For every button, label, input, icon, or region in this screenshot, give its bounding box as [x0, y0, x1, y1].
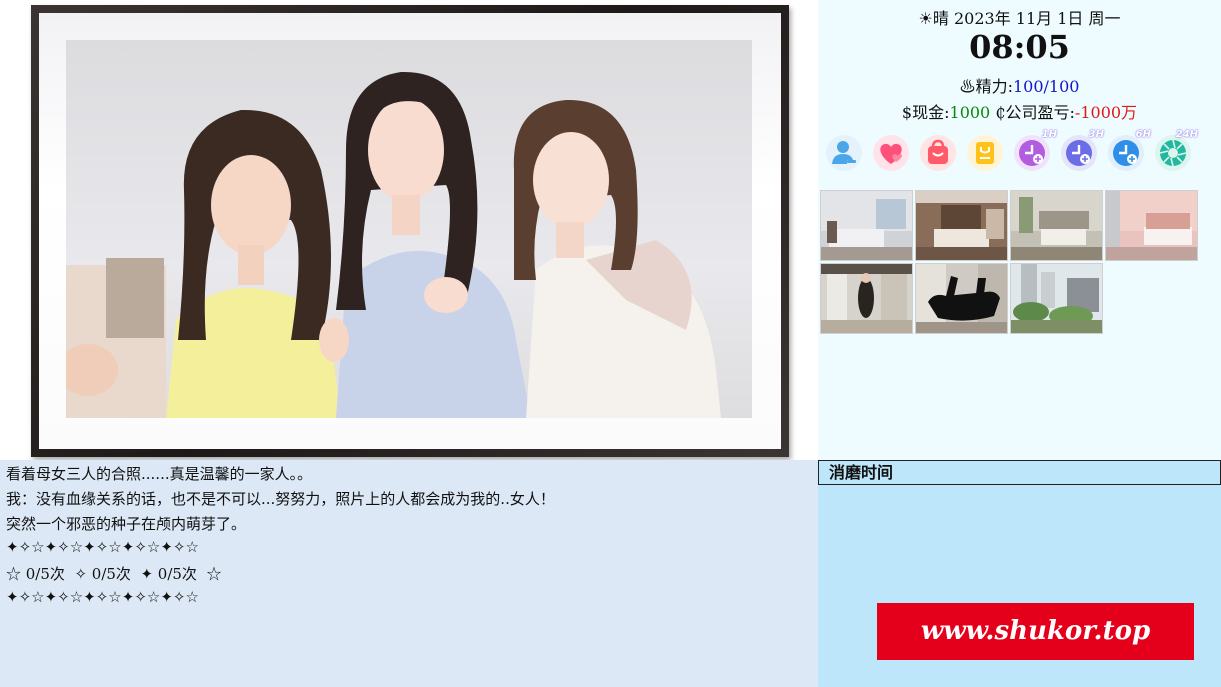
- bedroom-2-thumbnail: [916, 191, 1007, 260]
- tag-3h: 3H: [1088, 129, 1104, 140]
- site-watermark[interactable]: www.shukor.top: [877, 603, 1194, 660]
- wait-3h-button[interactable]: 3H: [1060, 129, 1104, 172]
- picture-mat: [39, 13, 781, 449]
- location-courtyard[interactable]: [1010, 263, 1103, 334]
- favor-button[interactable]: [872, 134, 910, 172]
- sun-icon: ☀: [918, 9, 933, 28]
- hot-spring-icon: ♨: [959, 77, 976, 96]
- courtyard-thumbnail: [1011, 264, 1102, 333]
- location-grid: [820, 190, 1210, 336]
- company-value: -1000万: [1074, 103, 1138, 122]
- energy-value: 100/100: [1012, 77, 1080, 96]
- bathroom-thumbnail: [916, 264, 1007, 333]
- dialogue-line: 突然一个邪恶的种子在颅内萌芽了。: [6, 515, 247, 533]
- picture-frame: [31, 5, 789, 457]
- tag-6h: 6H: [1135, 129, 1151, 140]
- time-panel: 消磨时间 www.shukor.top: [818, 460, 1221, 687]
- counter-line: ☆ 0/5次 ✧ 0/5次 ✦ 0/5次 ☆: [6, 565, 222, 583]
- tag-24h: 24H: [1175, 129, 1198, 140]
- user-button[interactable]: [825, 134, 863, 172]
- bedroom-4-thumbnail: [1106, 191, 1197, 260]
- hallway-thumbnail: [821, 264, 912, 333]
- wait-1h-button[interactable]: 1H: [1013, 129, 1057, 172]
- company-label: 公司盈亏:: [1005, 103, 1075, 122]
- location-bedroom-3[interactable]: [1010, 190, 1103, 261]
- energy-line: ♨精力:100/100: [818, 73, 1221, 97]
- weather-text: 晴: [932, 9, 949, 28]
- clock: 08:05: [969, 28, 1070, 66]
- date-text: 2023年 11月 1日 周一: [948, 9, 1121, 28]
- date-line: ☀晴 2023年 11月 1日 周一: [818, 5, 1221, 29]
- cash-label: 现金:: [912, 103, 950, 122]
- decoration-line: ✦✧☆✦✧☆✦✧☆✦✧☆✦✧☆: [6, 538, 199, 556]
- decoration-line: ✦✧☆✦✧☆✦✧☆✦✧☆✦✧☆: [6, 588, 199, 606]
- dollar-icon: $: [901, 103, 913, 122]
- note-bag-icon: [967, 135, 1003, 171]
- location-bathroom[interactable]: [915, 263, 1008, 334]
- dialogue-line: 我：没有血缘关系的话，也不是不可以...努努力，照片上的人都会成为我的..女人！: [6, 490, 555, 508]
- money-line: $现金:1000 ₵公司盈亏:-1000万: [818, 99, 1221, 123]
- wait-6h-button[interactable]: 6H: [1107, 129, 1151, 172]
- cash-value: 1000: [949, 103, 991, 122]
- bedroom-1-thumbnail: [821, 191, 912, 260]
- dialogue-box: 看着母女三人的合照......真是温馨的一家人。。 我：没有血缘关系的话，也不是…: [0, 460, 818, 687]
- location-hallway[interactable]: [820, 263, 913, 334]
- wait-24h-button[interactable]: 24H: [1154, 129, 1198, 172]
- location-bedroom-2[interactable]: [915, 190, 1008, 261]
- location-bedroom-1[interactable]: [820, 190, 913, 261]
- user-icon: [826, 135, 862, 171]
- action-bar: 1H 3H 6H 24H: [825, 129, 1221, 174]
- heart-icon: [873, 135, 909, 171]
- dialogue-line: 看着母女三人的合照......真是温馨的一家人。。: [6, 465, 313, 483]
- tag-1h: 1H: [1041, 129, 1057, 140]
- location-bedroom-4[interactable]: [1105, 190, 1198, 261]
- family-photo: [66, 40, 752, 418]
- cedi-icon: ₵: [995, 103, 1006, 122]
- photo-area: [0, 0, 818, 460]
- time-panel-title: 消磨时间: [818, 460, 1221, 485]
- bedroom-3-thumbnail: [1011, 191, 1102, 260]
- status-panel: ☀晴 2023年 11月 1日 周一 08:05 ♨精力:100/100 $现金…: [818, 0, 1221, 460]
- shop-button[interactable]: [919, 134, 957, 172]
- bag-button[interactable]: [966, 134, 1004, 172]
- energy-label: 精力:: [975, 77, 1013, 96]
- shopping-bag-icon: [920, 135, 956, 171]
